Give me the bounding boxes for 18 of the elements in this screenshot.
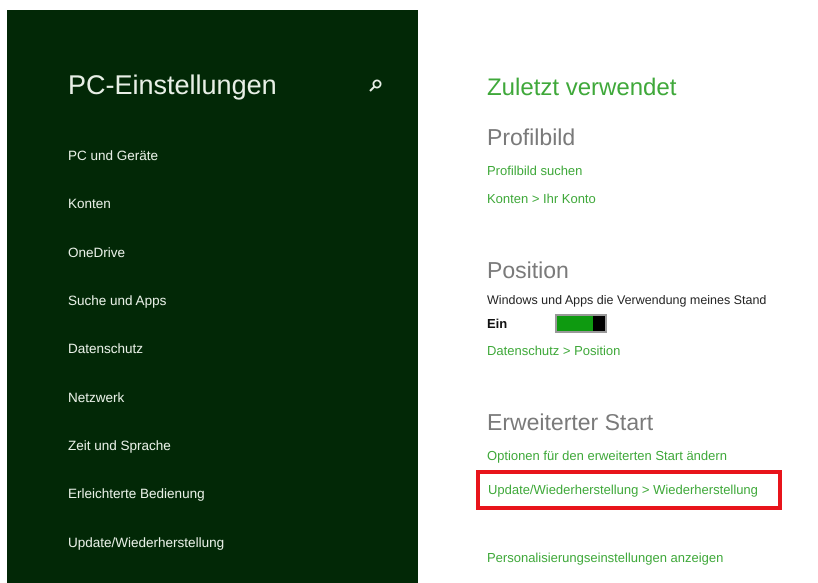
sidebar-item[interactable]: PC und Geräte	[68, 148, 382, 196]
sidebar-item[interactable]: Erleichterte Bedienung	[68, 486, 382, 535]
sidebar-item[interactable]: Update/Wiederherstellung	[68, 534, 382, 583]
sidebar-item[interactable]: Konten	[68, 196, 382, 245]
sidebar-item[interactable]: Zeit und Sprache	[68, 438, 382, 486]
section-heading: Profilbild	[487, 124, 576, 151]
section-heading: Erweiterter Start	[487, 409, 654, 436]
toggle-switch[interactable]	[555, 314, 607, 333]
page-title: Zuletzt verwendet	[487, 74, 678, 102]
sidebar-item[interactable]: Netzwerk	[68, 390, 382, 438]
sidebar-item[interactable]: Datenschutz	[68, 341, 382, 390]
toggle-label: Ein	[487, 316, 508, 331]
search-icon[interactable]	[369, 79, 382, 92]
description-text: Windows und Apps die Verwendung meines Stand	[487, 292, 766, 309]
sidebar-item[interactable]: OneDrive	[68, 244, 382, 293]
section-heading: Position	[487, 257, 569, 284]
sidebar-item[interactable]: Suche und Apps	[68, 292, 382, 342]
sidebar-title: PC-Einstellungen	[68, 70, 277, 101]
